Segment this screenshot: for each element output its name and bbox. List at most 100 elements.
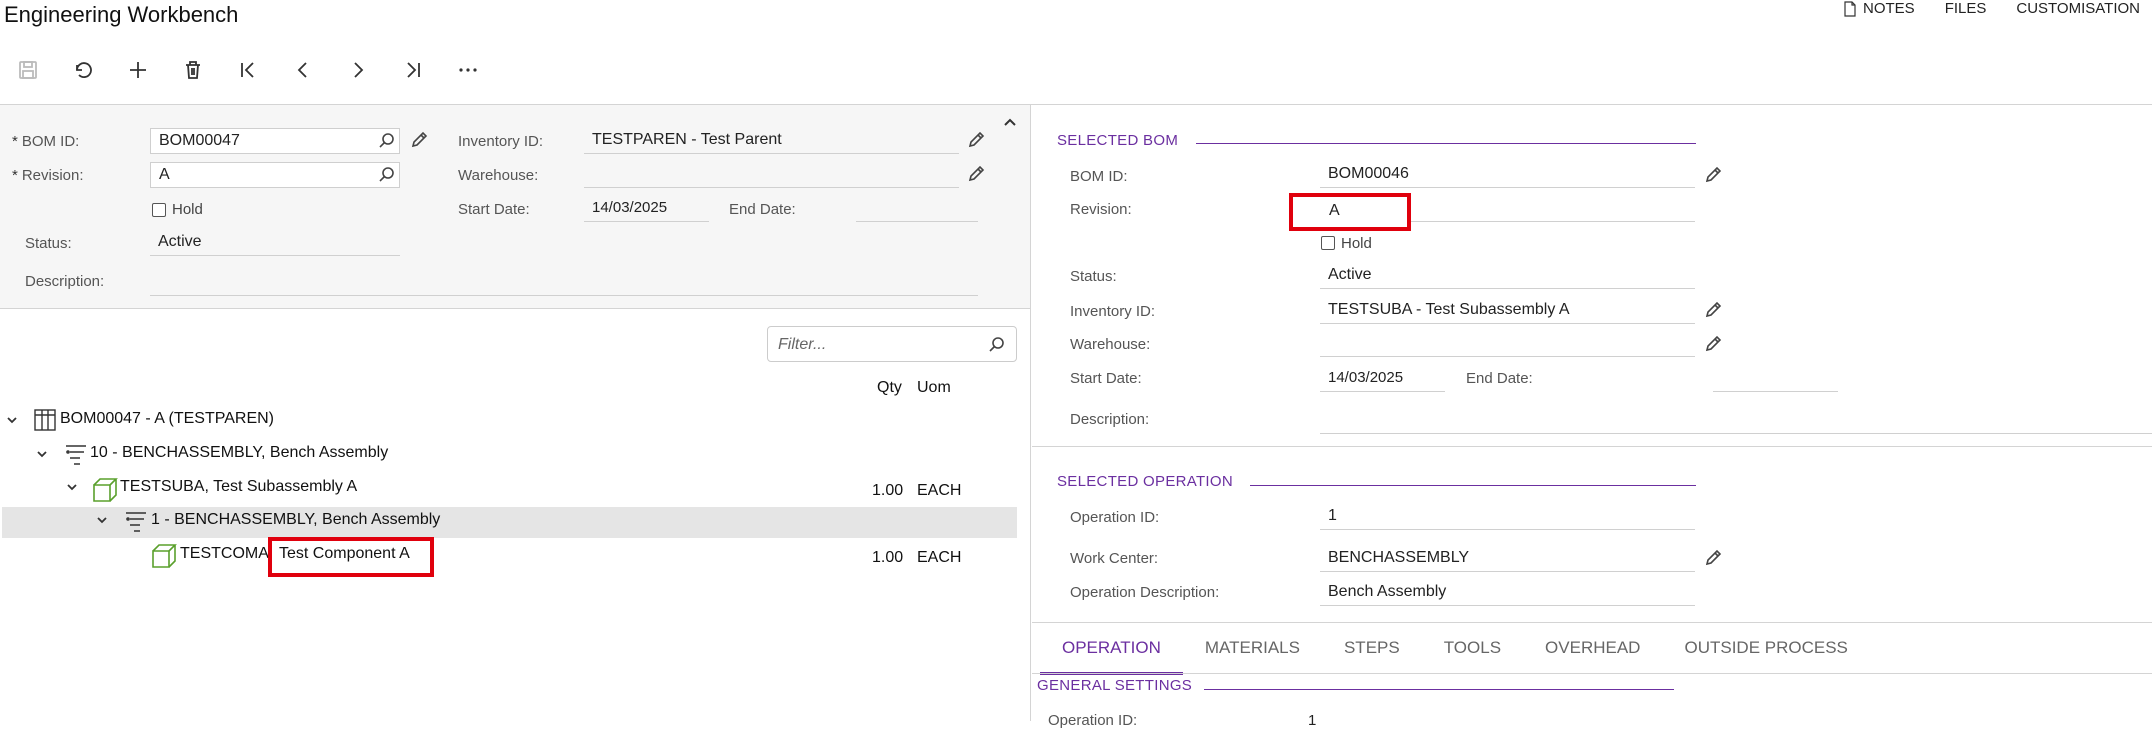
section-rule (1250, 485, 1696, 486)
start-date-label: Start Date: (458, 201, 530, 218)
sel-bom-id-label: BOM ID: (1070, 168, 1128, 185)
general-settings-heading: GENERAL SETTINGS (1037, 677, 1193, 694)
highlight-box-revision (1289, 193, 1411, 231)
search-icon[interactable] (378, 132, 396, 155)
tab-operation[interactable]: OPERATION (1040, 630, 1183, 675)
tree-row-bom[interactable]: BOM00047 - A (TESTPAREN) (60, 410, 274, 428)
save-button[interactable] (0, 52, 55, 88)
tree-row-component-code[interactable]: TESTCOMA (180, 545, 269, 563)
tree-row-subassembly[interactable]: TESTSUBA, Test Subassembly A (120, 478, 357, 496)
first-record-button[interactable] (220, 52, 275, 88)
previous-record-button[interactable] (275, 52, 330, 88)
qty-column-header: Qty (877, 379, 902, 396)
trash-icon (185, 61, 200, 79)
page-title: Engineering Workbench (4, 2, 239, 27)
warehouse-field[interactable] (584, 162, 959, 188)
tab-materials[interactable]: MATERIALS (1183, 630, 1322, 675)
tree-row-operation[interactable]: 10 - BENCHASSEMBLY, Bench Assembly (90, 444, 388, 462)
revision-input[interactable]: A (150, 162, 400, 188)
collapse-icon[interactable] (1002, 114, 1018, 130)
chevron-left-icon (297, 62, 307, 78)
sel-end-date-field[interactable] (1713, 366, 1838, 392)
op-id-field[interactable]: 1 (1320, 504, 1695, 530)
description-label: Description: (25, 273, 105, 290)
add-button[interactable] (110, 52, 165, 88)
more-button[interactable] (440, 52, 495, 88)
tab-overhead[interactable]: OVERHEAD (1523, 630, 1662, 675)
top-links: NOTES FILES CUSTOMISATION (1843, 0, 2140, 17)
chevron-right-icon (353, 62, 363, 78)
detail-tabs: OPERATION MATERIALS STEPS TOOLS OVERHEAD… (1040, 630, 1870, 675)
delete-button[interactable] (165, 52, 220, 88)
sel-status-label: Status: (1070, 268, 1117, 285)
tab-tools[interactable]: TOOLS (1422, 630, 1523, 675)
sel-start-date-label: Start Date: (1070, 370, 1142, 387)
warehouse-label: Warehouse: (458, 167, 539, 184)
item-box-icon (93, 478, 118, 502)
start-date-field[interactable]: 14/03/2025 (584, 196, 709, 222)
search-icon[interactable] (378, 166, 396, 189)
selected-operation-heading: SELECTED OPERATION (1057, 473, 1233, 490)
edit-icon[interactable] (1704, 166, 1722, 189)
sel-warehouse-label: Warehouse: (1070, 336, 1151, 353)
chevron-down-icon[interactable] (66, 480, 78, 498)
tree-row-component-name[interactable]: Test Component A (279, 545, 410, 563)
ellipsis-icon (458, 68, 477, 72)
work-center-field[interactable]: BENCHASSEMBLY (1320, 546, 1695, 572)
sel-end-date-label: End Date: (1466, 370, 1533, 387)
op-desc-field[interactable]: Bench Assembly (1320, 580, 1695, 606)
sel-revision-value: A (1329, 202, 1340, 219)
edit-icon[interactable] (1704, 335, 1722, 358)
description-field[interactable] (150, 270, 978, 296)
sel-description-field[interactable] (1320, 408, 2152, 434)
operation-icon (66, 445, 86, 465)
chevron-down-icon[interactable] (96, 513, 108, 531)
sel-status-field[interactable]: Active (1320, 263, 1695, 289)
status-field[interactable]: Active (150, 230, 400, 256)
sel-hold-checkbox[interactable] (1321, 236, 1335, 250)
tab-steps[interactable]: STEPS (1322, 630, 1422, 675)
end-date-field[interactable] (856, 196, 978, 222)
tree-row-sub-operation[interactable]: 1 - BENCHASSEMBLY, Bench Assembly (151, 511, 440, 529)
inventory-id-field[interactable]: TESTPAREN - Test Parent (584, 128, 959, 154)
sel-description-label: Description: (1070, 411, 1150, 428)
work-center-label: Work Center: (1070, 550, 1159, 567)
sel-warehouse-field[interactable] (1320, 331, 1695, 357)
bom-id-input[interactable]: BOM00047 (150, 128, 400, 154)
bom-table-icon (34, 409, 56, 431)
edit-bom-icon[interactable] (410, 131, 428, 154)
end-date-label: End Date: (729, 201, 796, 218)
sel-bom-id-field[interactable]: BOM00046 (1320, 162, 1695, 188)
tree-row-qty: 1.00 (872, 549, 904, 566)
tree-row-uom: EACH (917, 549, 962, 566)
edit-warehouse-icon[interactable] (967, 165, 985, 188)
hold-checkbox[interactable] (152, 203, 166, 217)
sel-inventory-id-field[interactable]: TESTSUBA - Test Subassembly A (1320, 298, 1695, 324)
last-icon (406, 62, 420, 78)
tree-row-qty: 1.00 (872, 482, 904, 499)
filter-input[interactable]: Filter... (767, 326, 1017, 362)
inventory-id-label: Inventory ID: (458, 133, 544, 150)
files-link[interactable]: FILES (1945, 0, 1987, 17)
undo-button[interactable] (55, 52, 110, 88)
bom-id-label: BOM ID: (12, 133, 80, 150)
chevron-down-icon[interactable] (36, 447, 48, 465)
next-record-button[interactable] (330, 52, 385, 88)
customisation-link[interactable]: CUSTOMISATION (2016, 0, 2140, 17)
last-record-button[interactable] (385, 52, 440, 88)
sel-hold-label: Hold (1341, 235, 1372, 252)
tab-outside-process[interactable]: OUTSIDE PROCESS (1662, 630, 1869, 675)
operation-icon (126, 512, 146, 532)
chevron-down-icon[interactable] (6, 413, 18, 431)
edit-icon[interactable] (1704, 301, 1722, 324)
item-box-icon (152, 544, 177, 568)
op-desc-label: Operation Description: (1070, 584, 1220, 601)
notes-link[interactable]: NOTES (1843, 0, 1915, 17)
section-rule (1196, 143, 1696, 144)
edit-icon[interactable] (1704, 549, 1722, 572)
sel-start-date-field[interactable]: 14/03/2025 (1320, 366, 1445, 392)
tree-row-uom: EACH (917, 482, 962, 499)
edit-inventory-icon[interactable] (967, 131, 985, 154)
form-divider (0, 308, 1030, 309)
selected-bom-heading: SELECTED BOM (1057, 132, 1179, 149)
